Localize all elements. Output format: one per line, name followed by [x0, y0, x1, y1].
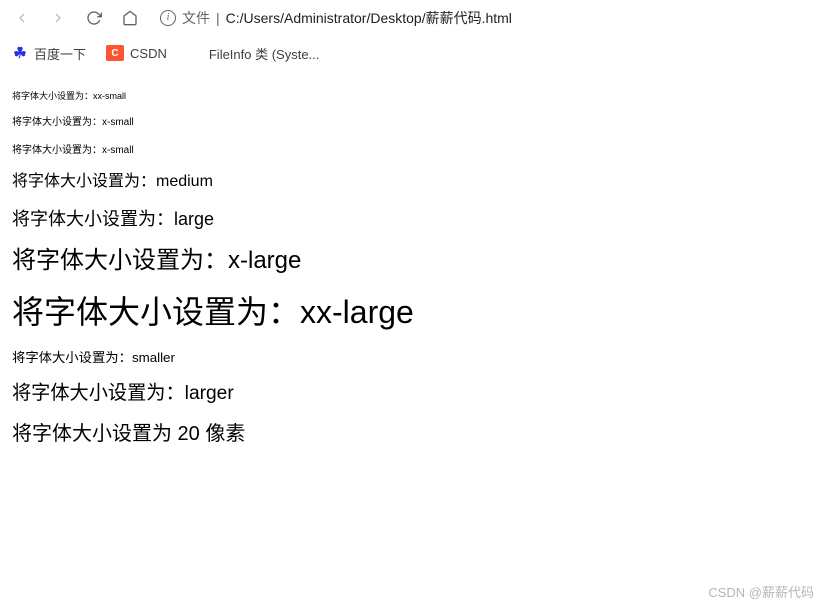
- bookmark-label: 百度一下: [34, 44, 86, 63]
- browser-toolbar: i 文件 | C:/Users/Administrator/Desktop/薪薪…: [0, 0, 824, 36]
- microsoft-icon: [187, 45, 203, 61]
- baidu-icon: ☘: [12, 45, 28, 61]
- bookmark-label: CSDN: [130, 46, 167, 61]
- text-line: 将字体大小设置为：larger: [12, 381, 812, 407]
- info-icon: i: [160, 10, 176, 26]
- text-line: 将字体大小设置为：x-small: [12, 144, 812, 158]
- watermark: CSDN @薪薪代码: [708, 582, 814, 601]
- bookmark-fileinfo[interactable]: FileInfo 类 (Syste...: [187, 44, 320, 63]
- reload-button[interactable]: [80, 4, 108, 32]
- text-line: 将字体大小设置为 20 像素: [12, 421, 812, 448]
- bookmark-baidu[interactable]: ☘ 百度一下: [12, 44, 86, 63]
- address-bar[interactable]: i 文件 | C:/Users/Administrator/Desktop/薪薪…: [152, 4, 816, 32]
- text-line: 将字体大小设置为：xx-small: [12, 90, 812, 102]
- address-path: C:/Users/Administrator/Desktop/薪薪代码.html: [226, 8, 512, 28]
- home-button[interactable]: [116, 4, 144, 32]
- bookmark-csdn[interactable]: C CSDN: [106, 45, 167, 61]
- address-prefix: 文件 |: [182, 8, 220, 28]
- text-line: 将字体大小设置为：medium: [12, 171, 812, 193]
- bookmark-label: FileInfo 类 (Syste...: [209, 44, 320, 63]
- text-line: 将字体大小设置为：large: [12, 207, 812, 231]
- back-button[interactable]: [8, 4, 36, 32]
- text-line: 将字体大小设置为：xx-large: [12, 291, 812, 334]
- csdn-icon: C: [106, 45, 124, 61]
- forward-button[interactable]: [44, 4, 72, 32]
- bookmarks-bar: ☘ 百度一下 C CSDN FileInfo 类 (Syste...: [0, 36, 824, 70]
- page-content: 将字体大小设置为：xx-small 将字体大小设置为：x-small 将字体大小…: [0, 70, 824, 468]
- text-line: 将字体大小设置为：x-large: [12, 245, 812, 277]
- text-line: 将字体大小设置为：smaller: [12, 349, 812, 367]
- text-line: 将字体大小设置为：x-small: [12, 116, 812, 130]
